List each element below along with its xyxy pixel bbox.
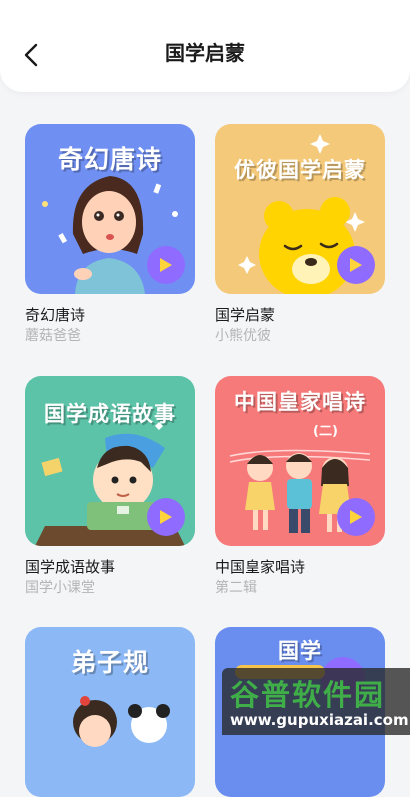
play-button[interactable]	[337, 498, 375, 536]
album-title: 国学启蒙	[215, 306, 276, 324]
album-card-dizigui[interactable]: 弟子规	[25, 627, 195, 797]
album-author: 蘑菇爸爸	[25, 328, 81, 344]
play-icon	[350, 258, 362, 272]
album-author: 小熊优彼	[215, 328, 271, 344]
site-watermark: 谷普软件园 www.gupuxiazai.com	[222, 668, 410, 735]
play-button[interactable]	[147, 498, 185, 536]
album-cover[interactable]: 国学成语故事	[25, 376, 195, 546]
album-card-huangjia-changshi[interactable]: 中国皇家唱诗 (二) 中国皇家唱诗 第二辑	[215, 376, 385, 598]
album-cover[interactable]: 优彼国学启蒙	[215, 124, 385, 294]
album-card-chengyu-gushi[interactable]: 国学成语故事 国学成语故事 国学小课堂	[25, 376, 195, 598]
play-icon	[160, 258, 172, 272]
play-button[interactable]	[147, 246, 185, 284]
album-card-guoxue-qimeng[interactable]: 优彼国学启蒙 国学启蒙 小熊优彼	[215, 124, 385, 346]
watermark-logo-text: 谷普软件园	[230, 678, 386, 712]
album-cover[interactable]: 中国皇家唱诗 (二)	[215, 376, 385, 546]
play-icon	[350, 510, 362, 524]
play-icon	[160, 510, 172, 524]
album-title: 奇幻唐诗	[25, 306, 86, 324]
album-cover[interactable]: 弟子规	[25, 627, 195, 797]
kids-illustration	[73, 696, 170, 747]
album-grid: 奇幻唐诗 奇幻唐诗 蘑菇爸爸 优彼国学启蒙 国学启蒙 小熊优彼 国学成语故事 国…	[0, 0, 410, 797]
album-author: 第二辑	[215, 580, 257, 596]
watermark-url: www.gupuxiazai.com	[230, 711, 409, 729]
album-card-qihuan-tangshi[interactable]: 奇幻唐诗 奇幻唐诗 蘑菇爸爸	[25, 124, 195, 346]
play-button[interactable]	[337, 246, 375, 284]
album-title: 国学成语故事	[25, 558, 116, 576]
album-author: 国学小课堂	[25, 580, 95, 596]
album-title: 中国皇家唱诗	[215, 558, 306, 576]
album-cover[interactable]: 奇幻唐诗	[25, 124, 195, 294]
